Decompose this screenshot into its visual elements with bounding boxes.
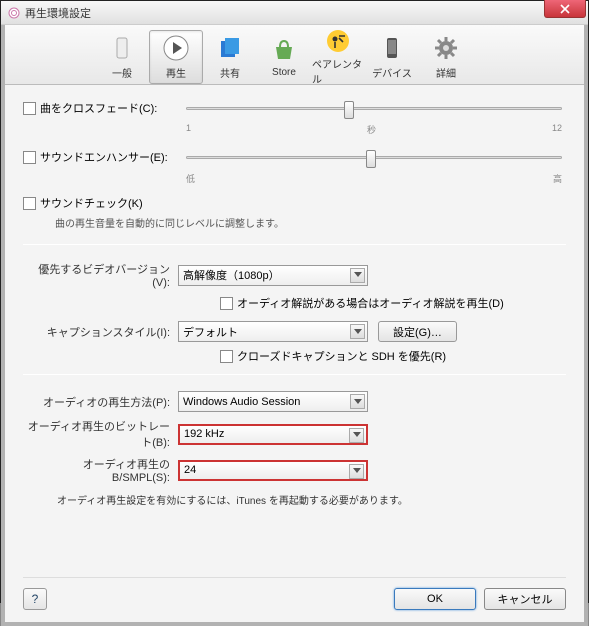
bitrate-combo[interactable]: 192 kHz (178, 424, 368, 445)
restart-note: オーディオ再生設定を有効にするには、iTunes を再起動する必要があります。 (57, 492, 566, 507)
chevron-down-icon (349, 428, 364, 443)
chevron-down-icon (350, 394, 365, 409)
soundcheck-desc: 曲の再生音量を自動的に同じレベルに調整します。 (55, 215, 566, 230)
crossfade-label: 曲をクロスフェード(C): (40, 100, 157, 116)
audio-method-combo[interactable]: Windows Audio Session (178, 391, 368, 412)
toolbar: 一般 再生 共有 Store ペアレンタル デバイス (5, 25, 584, 85)
general-icon (107, 33, 137, 63)
tab-store[interactable]: Store (257, 30, 311, 84)
cc-sdh-checkbox[interactable] (220, 350, 233, 363)
enhancer-label: サウンドエンハンサー(E): (40, 149, 168, 165)
divider (23, 244, 566, 245)
enhancer-slider[interactable] (186, 146, 562, 168)
divider (23, 374, 566, 375)
device-icon (377, 33, 407, 63)
bitrate-label: オーディオ再生のビットレート(B): (23, 418, 178, 450)
audio-desc-label: オーディオ解説がある場合はオーディオ解説を再生(D) (237, 295, 504, 311)
tab-sharing[interactable]: 共有 (203, 30, 257, 84)
tab-advanced[interactable]: 詳細 (419, 30, 473, 84)
store-icon (269, 35, 299, 65)
dialog-body: 一般 再生 共有 Store ペアレンタル デバイス (1, 25, 588, 626)
cancel-button[interactable]: キャンセル (484, 588, 566, 610)
crossfade-slider[interactable] (186, 97, 562, 119)
preferences-window: 再生環境設定 一般 再生 共有 Store (0, 0, 589, 603)
dialog-buttons: ? OK キャンセル (23, 577, 566, 610)
titlebar: 再生環境設定 (1, 1, 588, 25)
caption-style-combo[interactable]: デフォルト (178, 321, 368, 342)
video-version-combo[interactable]: 高解像度（1080p） (178, 265, 368, 286)
window-title: 再生環境設定 (25, 5, 91, 21)
share-icon (215, 33, 245, 63)
play-icon (161, 33, 191, 63)
audio-method-label: オーディオの再生方法(P): (23, 394, 178, 410)
caption-settings-button[interactable]: 設定(G)… (378, 321, 457, 342)
chevron-down-icon (349, 464, 364, 479)
cc-sdh-label: クローズドキャプションと SDH を優先(R) (237, 348, 446, 364)
chevron-down-icon (350, 268, 365, 283)
close-button[interactable] (544, 0, 586, 18)
chevron-down-icon (350, 324, 365, 339)
gear-icon (431, 33, 461, 63)
soundcheck-checkbox[interactable] (23, 197, 36, 210)
parental-icon (323, 28, 353, 54)
audio-desc-checkbox[interactable] (220, 297, 233, 310)
tab-general[interactable]: 一般 (95, 30, 149, 84)
tab-parental[interactable]: ペアレンタル (311, 30, 365, 84)
app-icon (7, 6, 21, 20)
bsmpl-combo[interactable]: 24 (178, 460, 368, 481)
ok-button[interactable]: OK (394, 588, 476, 610)
tab-devices[interactable]: デバイス (365, 30, 419, 84)
content-area: 曲をクロスフェード(C): 1 秒 12 サウンドエンハンサー(E): (5, 85, 584, 517)
caption-style-label: キャプションスタイル(I): (23, 324, 178, 340)
video-version-label: 優先するビデオバージョン(V): (23, 261, 178, 289)
tab-playback[interactable]: 再生 (149, 30, 203, 84)
crossfade-checkbox[interactable] (23, 102, 36, 115)
bsmpl-label: オーディオ再生の B/SMPL(S): (23, 456, 178, 484)
enhancer-checkbox[interactable] (23, 151, 36, 164)
help-button[interactable]: ? (23, 588, 47, 610)
soundcheck-label: サウンドチェック(K) (40, 195, 143, 211)
